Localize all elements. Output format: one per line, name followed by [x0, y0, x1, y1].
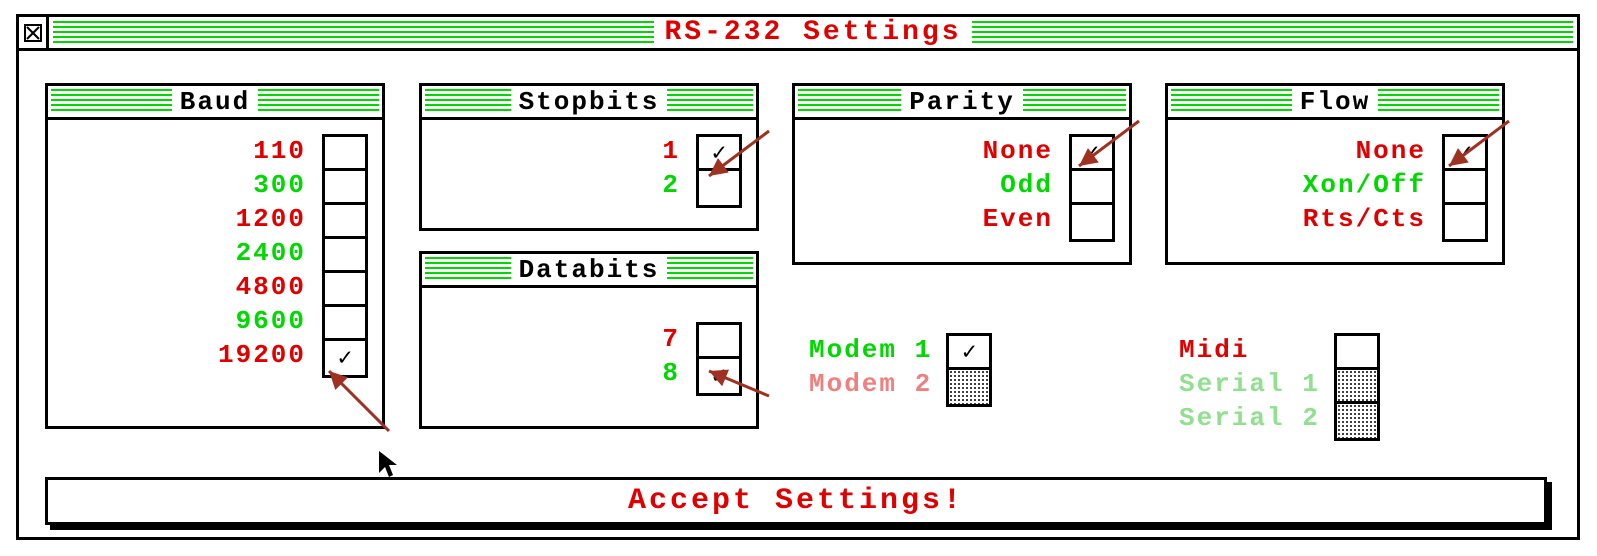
- port-option: Serial 2: [1179, 401, 1320, 435]
- stopbits-panel: Stopbits 1 2: [419, 83, 759, 231]
- baud-option: 1200: [236, 202, 306, 236]
- baud-check-110[interactable]: [325, 137, 365, 171]
- baud-title: Baud: [172, 87, 258, 117]
- close-button[interactable]: [19, 17, 49, 48]
- settings-window: RS-232 Settings Baud 110 300 1200 2400 4…: [16, 14, 1580, 540]
- titlebar: RS-232 Settings: [19, 17, 1577, 51]
- port-check-serial2: [1337, 404, 1377, 438]
- modem-check-1[interactable]: [949, 336, 989, 370]
- baud-check-4800[interactable]: [325, 273, 365, 307]
- baud-check-19200[interactable]: [325, 341, 365, 375]
- baud-panel: Baud 110 300 1200 2400 4800 9600 19200: [45, 83, 385, 429]
- baud-check-1200[interactable]: [325, 205, 365, 239]
- databits-panel: Databits 7 8: [419, 251, 759, 429]
- baud-option: 4800: [236, 270, 306, 304]
- databits-option: 8: [662, 356, 680, 390]
- port-group: Midi Serial 1 Serial 2: [1179, 333, 1380, 441]
- port-option: Midi: [1179, 333, 1249, 367]
- baud-option: 9600: [236, 304, 306, 338]
- baud-checkboxes: [322, 134, 368, 378]
- cursor-icon: [377, 449, 399, 479]
- flow-check-xonoff[interactable]: [1445, 171, 1485, 205]
- port-check-serial1: [1337, 370, 1377, 404]
- baud-option: 2400: [236, 236, 306, 270]
- baud-check-9600[interactable]: [325, 307, 365, 341]
- close-icon: [24, 24, 42, 42]
- parity-option: Even: [983, 202, 1053, 236]
- flow-panel: Flow None Xon/Off Rts/Cts: [1165, 83, 1505, 265]
- port-option: Serial 1: [1179, 367, 1320, 401]
- modem-option: Modem 2: [809, 367, 932, 401]
- port-check-midi[interactable]: [1337, 336, 1377, 370]
- baud-check-2400[interactable]: [325, 239, 365, 273]
- stopbits-check-1[interactable]: [699, 137, 739, 171]
- parity-panel: Parity None Odd Even: [792, 83, 1132, 265]
- parity-check-none[interactable]: [1072, 137, 1112, 171]
- parity-option: None: [983, 134, 1053, 168]
- parity-check-odd[interactable]: [1072, 171, 1112, 205]
- window-title: RS-232 Settings: [654, 17, 971, 48]
- flow-option: None: [1356, 134, 1426, 168]
- baud-labels: 110 300 1200 2400 4800 9600 19200: [218, 134, 306, 378]
- baud-option: 19200: [218, 338, 306, 372]
- databits-check-7[interactable]: [699, 325, 739, 359]
- modem-group: Modem 1 Modem 2: [809, 333, 992, 407]
- parity-title: Parity: [901, 87, 1023, 117]
- flow-option: Xon/Off: [1303, 168, 1426, 202]
- baud-option: 110: [253, 134, 306, 168]
- parity-check-even[interactable]: [1072, 205, 1112, 239]
- flow-title: Flow: [1292, 87, 1378, 117]
- accept-button[interactable]: Accept Settings!: [45, 477, 1547, 525]
- flow-option: Rts/Cts: [1303, 202, 1426, 236]
- baud-check-300[interactable]: [325, 171, 365, 205]
- stopbits-option: 1: [662, 134, 680, 168]
- baud-option: 300: [253, 168, 306, 202]
- databits-option: 7: [662, 322, 680, 356]
- parity-option: Odd: [1000, 168, 1053, 202]
- flow-check-none[interactable]: [1445, 137, 1485, 171]
- stopbits-option: 2: [662, 168, 680, 202]
- databits-check-8[interactable]: [699, 359, 739, 393]
- stopbits-check-2[interactable]: [699, 171, 739, 205]
- modem-option: Modem 1: [809, 333, 932, 367]
- flow-check-rtscts[interactable]: [1445, 205, 1485, 239]
- databits-title: Databits: [511, 255, 668, 285]
- stopbits-title: Stopbits: [511, 87, 668, 117]
- content-area: Baud 110 300 1200 2400 4800 9600 19200: [19, 51, 1577, 537]
- modem-check-2: [949, 370, 989, 404]
